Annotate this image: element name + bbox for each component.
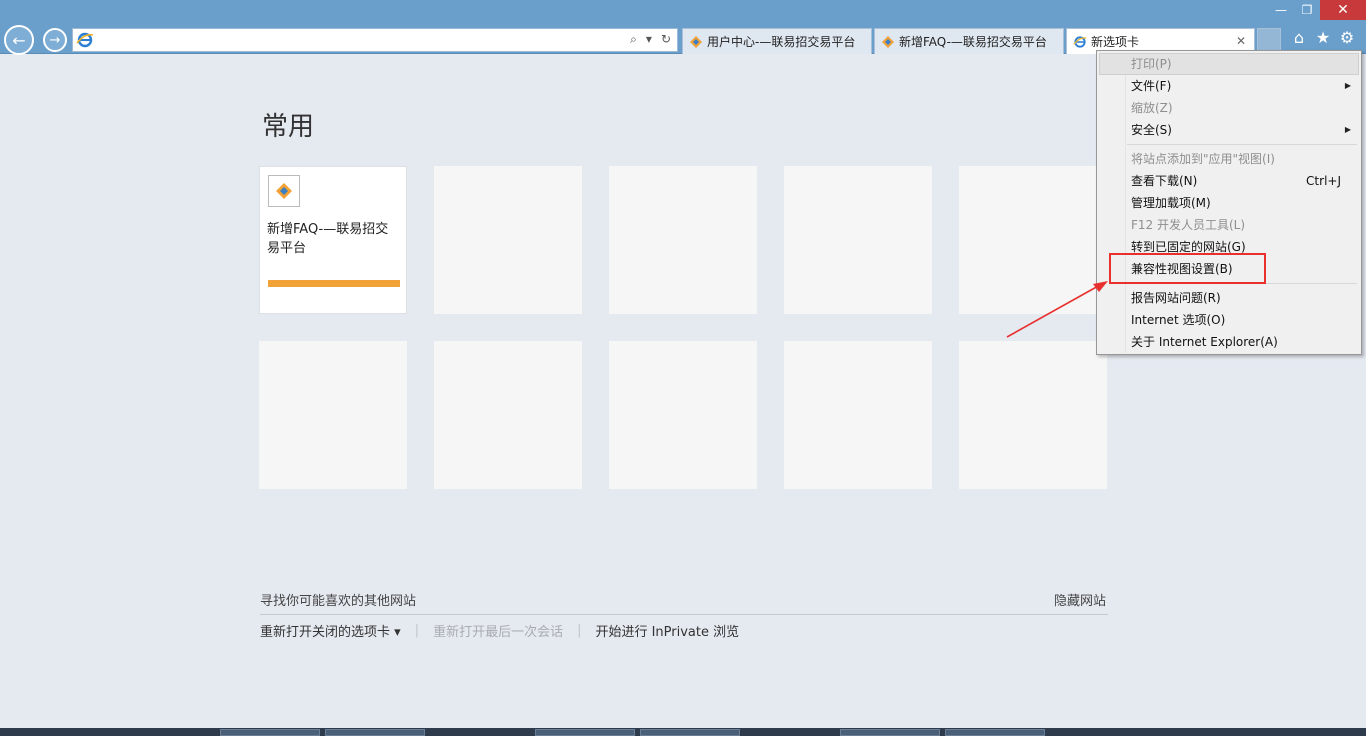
back-arrow-icon: ←	[12, 30, 26, 50]
page-title: 常用	[262, 112, 315, 142]
restore-button[interactable]: ❐	[1294, 0, 1320, 20]
favorites-star-icon[interactable]: ★	[1314, 29, 1332, 47]
back-button[interactable]: ←	[4, 25, 34, 55]
menu-item-label: 报告网站问题(R)	[1131, 291, 1221, 305]
tab-label: 新选项卡	[1091, 35, 1140, 49]
menu-item-label: 转到已固定的网站(G)	[1131, 240, 1246, 254]
menu-item-label: Internet 选项(O)	[1131, 313, 1226, 327]
taskbar-item[interactable]	[945, 729, 1045, 736]
reopen-closed-tabs-link[interactable]: 重新打开关闭的选项卡 ▾	[260, 621, 401, 640]
annotation-highlight-box	[1109, 253, 1266, 284]
menu-item-label: 管理加载项(M)	[1131, 196, 1211, 210]
taskbar-item[interactable]	[535, 729, 635, 736]
empty-tile	[434, 166, 582, 314]
frequent-site-tile[interactable]: 新增FAQ-—联易招交易平台	[259, 166, 407, 314]
site-favicon-icon	[690, 35, 702, 48]
tab-label: 用户中心-—联易招交易平台	[707, 35, 856, 49]
taskbar-item[interactable]	[220, 729, 320, 736]
dropdown-icon[interactable]: ▾	[646, 32, 652, 47]
suggest-sites-link[interactable]: 寻找你可能喜欢的其他网站	[260, 590, 416, 609]
menu-item-print[interactable]: 打印(P)	[1099, 53, 1359, 75]
forward-button[interactable]: →	[43, 28, 67, 52]
ie-logo-icon	[1073, 35, 1087, 48]
tile-title: 新增FAQ-—联易招交易平台	[267, 222, 389, 256]
submenu-arrow-icon: ▶	[1344, 81, 1351, 90]
hide-sites-link[interactable]: 隐藏网站	[1054, 590, 1106, 609]
empty-tile	[609, 341, 757, 489]
ie-logo-icon	[76, 32, 94, 48]
empty-tile	[784, 341, 932, 489]
site-logo-icon	[276, 183, 292, 199]
tab-new-faq[interactable]: 新增FAQ-—联易招交易平台	[874, 28, 1064, 54]
forward-arrow-icon: →	[49, 32, 61, 48]
taskbar-item[interactable]	[325, 729, 425, 736]
menu-item-zoom[interactable]: 缩放(Z)	[1099, 97, 1359, 119]
submenu-arrow-icon: ▶	[1344, 125, 1351, 134]
site-favicon	[268, 175, 300, 207]
tab-label: 新增FAQ-—联易招交易平台	[899, 35, 1047, 49]
menu-item-label: 打印(P)	[1131, 57, 1172, 71]
menu-separator	[1127, 144, 1357, 145]
menu-item-label: 将站点添加到"应用"视图(I)	[1131, 152, 1275, 166]
reopen-last-session-link: 重新打开最后一次会话	[433, 625, 564, 640]
address-input[interactable]	[97, 31, 687, 49]
separator: |	[577, 623, 582, 638]
menu-item-label: 文件(F)	[1131, 79, 1172, 93]
empty-tile	[784, 166, 932, 314]
menu-item-addons[interactable]: 管理加载项(M)	[1099, 192, 1359, 214]
inprivate-link[interactable]: 开始进行 InPrivate 浏览	[595, 621, 739, 640]
empty-tile	[609, 166, 757, 314]
divider	[260, 614, 1108, 615]
home-icon[interactable]: ⌂	[1290, 29, 1308, 47]
close-tab-icon[interactable]: ✕	[1236, 34, 1246, 48]
separator: |	[414, 623, 420, 638]
menu-item-about-ie[interactable]: 关于 Internet Explorer(A)	[1099, 331, 1359, 353]
empty-tile	[434, 341, 582, 489]
bottom-links: 重新打开关闭的选项卡 ▾ | 重新打开最后一次会话 | 开始进行 InPriva…	[260, 621, 739, 640]
menu-item-label: F12 开发人员工具(L)	[1131, 218, 1246, 232]
menu-item-label: 缩放(Z)	[1131, 101, 1173, 115]
search-icon[interactable]: ⌕	[630, 32, 637, 47]
taskbar-item[interactable]	[840, 729, 940, 736]
menu-item-file[interactable]: 文件(F) ▶	[1099, 75, 1359, 97]
menu-item-add-to-apps[interactable]: 将站点添加到"应用"视图(I)	[1099, 148, 1359, 170]
empty-tile	[959, 341, 1107, 489]
menu-item-safety[interactable]: 安全(S) ▶	[1099, 119, 1359, 141]
refresh-icon[interactable]: ↻	[661, 32, 671, 47]
taskbar	[0, 728, 1366, 736]
taskbar-item[interactable]	[640, 729, 740, 736]
close-window-button[interactable]: ✕	[1320, 0, 1366, 20]
tile-color-bar	[268, 280, 400, 287]
menu-item-report-problem[interactable]: 报告网站问题(R)	[1099, 287, 1359, 309]
minimize-button[interactable]: —	[1268, 0, 1294, 20]
annotation-arrow-icon	[1006, 281, 1108, 338]
tab-user-center[interactable]: 用户中心-—联易招交易平台	[682, 28, 872, 54]
menu-item-f12-tools[interactable]: F12 开发人员工具(L)	[1099, 214, 1359, 236]
menu-item-label: 查看下载(N)	[1131, 174, 1198, 188]
menu-item-label: 安全(S)	[1131, 123, 1172, 137]
window-controls: — ❐ ✕	[1268, 0, 1366, 22]
address-bar[interactable]: ⌕ ▾ ↻	[72, 28, 687, 52]
browser-toolbar: ⌂ ★ ⚙	[1290, 29, 1356, 47]
menu-item-internet-options[interactable]: Internet 选项(O)	[1099, 309, 1359, 331]
menu-item-label: 关于 Internet Explorer(A)	[1131, 335, 1278, 349]
menu-item-downloads[interactable]: 查看下载(N) Ctrl+J	[1099, 170, 1359, 192]
gear-icon[interactable]: ⚙	[1338, 29, 1356, 47]
site-favicon-icon	[882, 35, 894, 48]
empty-tile	[259, 341, 407, 489]
tools-menu: 打印(P) 文件(F) ▶ 缩放(Z) 安全(S) ▶ 将站点添加到"应用"视图…	[1096, 50, 1362, 355]
menu-shortcut: Ctrl+J	[1306, 174, 1341, 188]
address-tools: ⌕ ▾ ↻	[630, 32, 671, 47]
